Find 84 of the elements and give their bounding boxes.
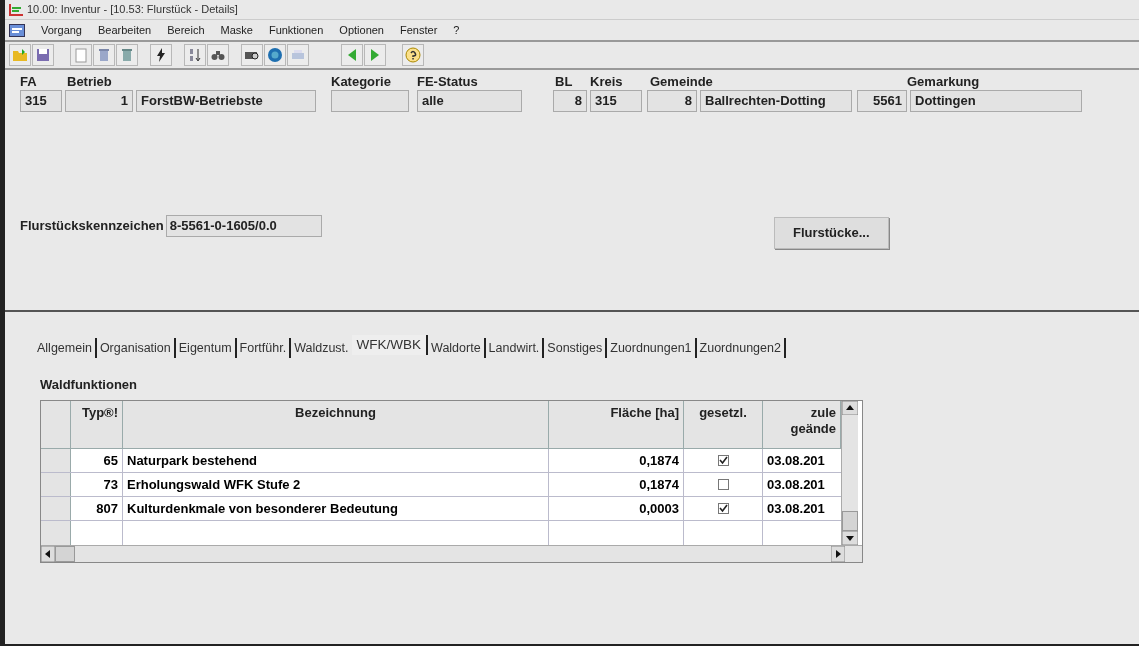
scroll-left-icon[interactable] <box>41 545 55 562</box>
field-label: Kreis <box>590 74 624 90</box>
lightning-icon[interactable] <box>150 44 172 66</box>
menu-item[interactable]: Funktionen <box>268 21 324 39</box>
input-field[interactable]: 1 <box>65 90 133 112</box>
tab[interactable]: WFK/WBK <box>351 335 429 355</box>
horizontal-scrollbar[interactable] <box>41 544 862 562</box>
input-field[interactable]: 5561 <box>857 90 907 112</box>
field-label: Gemeinde <box>650 74 714 90</box>
input-field[interactable]: 8 <box>647 90 697 112</box>
tab[interactable]: Landwirt. <box>485 338 545 358</box>
tab[interactable]: Zuordnungen2 <box>696 338 786 358</box>
field-label: FE-Status <box>417 74 479 90</box>
menu-item[interactable]: Maske <box>220 21 253 39</box>
table-cell: 0,1874 <box>549 472 684 496</box>
sort-icon[interactable] <box>184 44 206 66</box>
app-icon <box>9 3 23 16</box>
window-title: 10.00: Inventur - [10.53: Flurstück - Details] <box>27 2 238 18</box>
menu-item[interactable]: ? <box>453 21 460 39</box>
menu-item[interactable]: Bereich <box>167 21 205 39</box>
menu-item[interactable]: Optionen <box>339 21 384 39</box>
table-cell: 0,1874 <box>549 448 684 472</box>
column-header[interactable]: gesetzl. <box>684 400 763 448</box>
table-cell: Kulturdenkmale von besonderer Bedeutung <box>123 496 549 520</box>
scroll-right-icon[interactable] <box>831 545 845 562</box>
input-field[interactable]: 8 <box>553 90 587 112</box>
help-icon[interactable] <box>402 44 424 66</box>
table-cell-text: 03.08.201 <box>766 451 826 470</box>
scroll-thumb[interactable] <box>55 545 75 562</box>
flurstuecke-button[interactable]: Flurstücke... <box>773 217 889 249</box>
input-field[interactable]: alle <box>417 90 522 112</box>
tab[interactable]: Sonstiges <box>544 338 608 358</box>
table-cell: 807 <box>71 496 123 520</box>
print-preview-icon[interactable] <box>241 44 263 66</box>
tab[interactable]: Waldzust. <box>291 338 352 358</box>
menu-item[interactable]: Bearbeiten <box>98 21 152 39</box>
vertical-scrollbar[interactable] <box>841 400 858 545</box>
table-cell: 0,0003 <box>549 496 684 520</box>
field-label: BL <box>555 74 574 90</box>
checkbox[interactable] <box>717 454 729 466</box>
menu-item[interactable]: Vorgang <box>41 21 82 39</box>
table-cell: Erholungswald WFK Stufe 2 <box>123 472 549 496</box>
row-header[interactable] <box>41 496 71 520</box>
row-header[interactable] <box>41 448 71 472</box>
save-icon[interactable] <box>32 44 54 66</box>
input-field[interactable]: ForstBW-Betriebste <box>136 90 316 112</box>
new-page-icon[interactable] <box>70 44 92 66</box>
input-field[interactable]: 315 <box>20 90 62 112</box>
input-field[interactable] <box>331 90 409 112</box>
input-field[interactable]: 315 <box>590 90 642 112</box>
row-header[interactable] <box>41 472 71 496</box>
tab[interactable]: Organisation <box>96 338 176 358</box>
scroll-thumb[interactable] <box>842 510 858 531</box>
column-header[interactable]: Fläche [ha] <box>549 400 684 448</box>
field-label: Kategorie <box>331 74 392 90</box>
table-cell: 73 <box>71 472 123 496</box>
menu-item[interactable]: Fenster <box>400 21 438 39</box>
tab[interactable]: Allgemein <box>34 338 97 358</box>
column-header[interactable]: Typ®! <box>71 400 123 448</box>
scroll-up-icon[interactable] <box>842 400 858 415</box>
table-cell-text: 03.08.201 <box>766 475 826 494</box>
field-label: FA <box>20 74 38 90</box>
section-title: Waldfunktionen <box>40 376 138 394</box>
bin-icon[interactable] <box>93 44 115 66</box>
field-label: Gemarkung <box>907 74 981 90</box>
table-cell: Naturpark bestehend <box>123 448 549 472</box>
globe-icon[interactable] <box>264 44 286 66</box>
tab[interactable]: Fortführ. <box>236 338 292 358</box>
tab[interactable]: Waldorte <box>428 338 486 358</box>
input-field[interactable]: 8-5561-0-1605/0.0 <box>165 215 322 237</box>
checkbox[interactable] <box>717 502 729 514</box>
input-field[interactable]: Ballrechten-Dotting <box>700 90 852 112</box>
table-cell-text: 03.08.201 <box>766 499 826 518</box>
field-label: Betrieb <box>67 74 113 90</box>
column-header[interactable]: Bezeichnung <box>123 400 549 448</box>
tab[interactable]: Eigentum <box>175 338 237 358</box>
delete-bin-icon[interactable] <box>116 44 138 66</box>
table-cell: 65 <box>71 448 123 472</box>
checkbox[interactable] <box>717 478 729 490</box>
field-label: Flurstückskennzeichen <box>20 217 164 236</box>
input-field[interactable]: Dottingen <box>910 90 1082 112</box>
window-icon <box>9 23 25 37</box>
binoculars-icon[interactable] <box>207 44 229 66</box>
tab[interactable]: Zuordnungen1 <box>607 338 697 358</box>
